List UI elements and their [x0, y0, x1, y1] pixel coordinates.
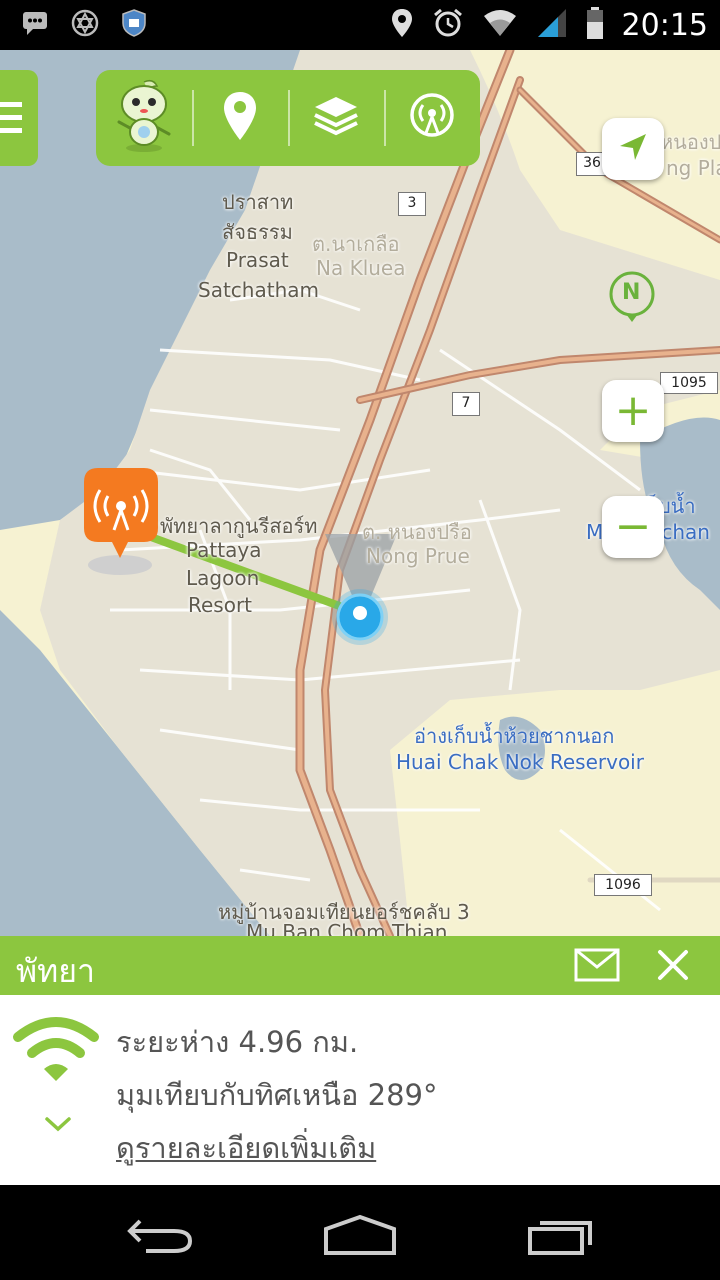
layers-button[interactable] — [288, 70, 384, 166]
message-icon — [20, 8, 50, 42]
close-icon — [658, 950, 688, 980]
navigation-arrow-icon — [616, 130, 650, 168]
map-label: Resort — [188, 593, 253, 617]
mascot-icon — [113, 78, 175, 158]
map-view[interactable]: 3 36 7 1095 1096 ปราสาท สัจธรรม Prasat S… — [0, 50, 720, 936]
signal-wifi-icon — [12, 1015, 100, 1089]
star-of-david-icon — [70, 8, 100, 42]
north-indicator: N — [606, 268, 658, 324]
map-label: ปราสาท — [222, 190, 294, 214]
map-label: Huai Chak Nok Reservoir — [396, 750, 644, 774]
clock: 20:15 — [621, 7, 708, 43]
map-label: ng Pla — [666, 156, 720, 180]
zoom-out-icon: − — [614, 501, 652, 552]
menu-button[interactable] — [0, 70, 38, 166]
map-label: Pattaya — [186, 538, 262, 562]
zoom-in-icon: + — [614, 385, 652, 436]
road-shield-1095: 1095 — [660, 372, 718, 394]
map-label: อ่างเก็บน้ำห้วยชากนอก — [414, 724, 615, 748]
map-label: สัจธรรม — [222, 220, 293, 244]
map-toolbar — [96, 70, 480, 166]
info-panel-header: พัทยา — [0, 936, 720, 995]
map-label: Prasat — [226, 248, 289, 272]
north-label: N — [622, 280, 641, 305]
cell-tower-icon — [407, 93, 457, 143]
location-pin-button[interactable] — [192, 70, 288, 166]
bearing-text: มุมเทียบกับทิศเหนือ 289° — [116, 1078, 438, 1112]
location-pin-icon — [222, 90, 258, 146]
expand-chevron-icon[interactable] — [44, 1115, 72, 1137]
mail-icon — [574, 948, 620, 982]
more-details-link[interactable]: ดูรายละเอียดเพิ่มเติม — [116, 1125, 376, 1171]
back-icon[interactable] — [126, 1215, 194, 1259]
alarm-icon — [432, 7, 464, 43]
map-label: หนองปล — [660, 130, 720, 154]
mail-button[interactable] — [574, 947, 620, 987]
map-label: Mu Ban Chom Thian — [246, 920, 448, 936]
wifi-icon — [482, 8, 518, 42]
my-location-button[interactable] — [602, 118, 664, 180]
cell-tower-button[interactable] — [384, 70, 480, 166]
signal-icon — [536, 7, 568, 43]
map-label: Nong Prue — [366, 544, 470, 568]
location-icon — [390, 7, 414, 43]
road-shield-7: 7 — [452, 392, 480, 416]
zoom-out-button[interactable]: − — [602, 496, 664, 558]
shield-badge-icon — [120, 8, 148, 42]
map-label: Satchatham — [198, 278, 319, 302]
mascot-button[interactable] — [96, 70, 192, 166]
road-shield-1096: 1096 — [594, 874, 652, 896]
road-shield-3: 3 — [398, 192, 426, 216]
layers-icon — [313, 95, 359, 141]
panel-title: พัทยา — [16, 952, 95, 990]
home-icon[interactable] — [322, 1213, 398, 1261]
recent-apps-icon[interactable] — [526, 1215, 596, 1259]
distance-text: ระยะห่าง 4.96 กม. — [116, 1025, 359, 1059]
info-panel-body: ระยะห่าง 4.96 กม. มุมเทียบกับทิศเหนือ 28… — [0, 995, 720, 1185]
battery-icon — [586, 6, 604, 44]
map-label: Lagoon — [186, 566, 260, 590]
close-button[interactable] — [656, 948, 690, 986]
zoom-in-button[interactable]: + — [602, 380, 664, 442]
map-label: Na Kluea — [316, 256, 406, 280]
menu-icon — [0, 100, 24, 140]
system-nav-bar — [0, 1185, 720, 1280]
status-bar: 20:15 — [0, 0, 720, 50]
